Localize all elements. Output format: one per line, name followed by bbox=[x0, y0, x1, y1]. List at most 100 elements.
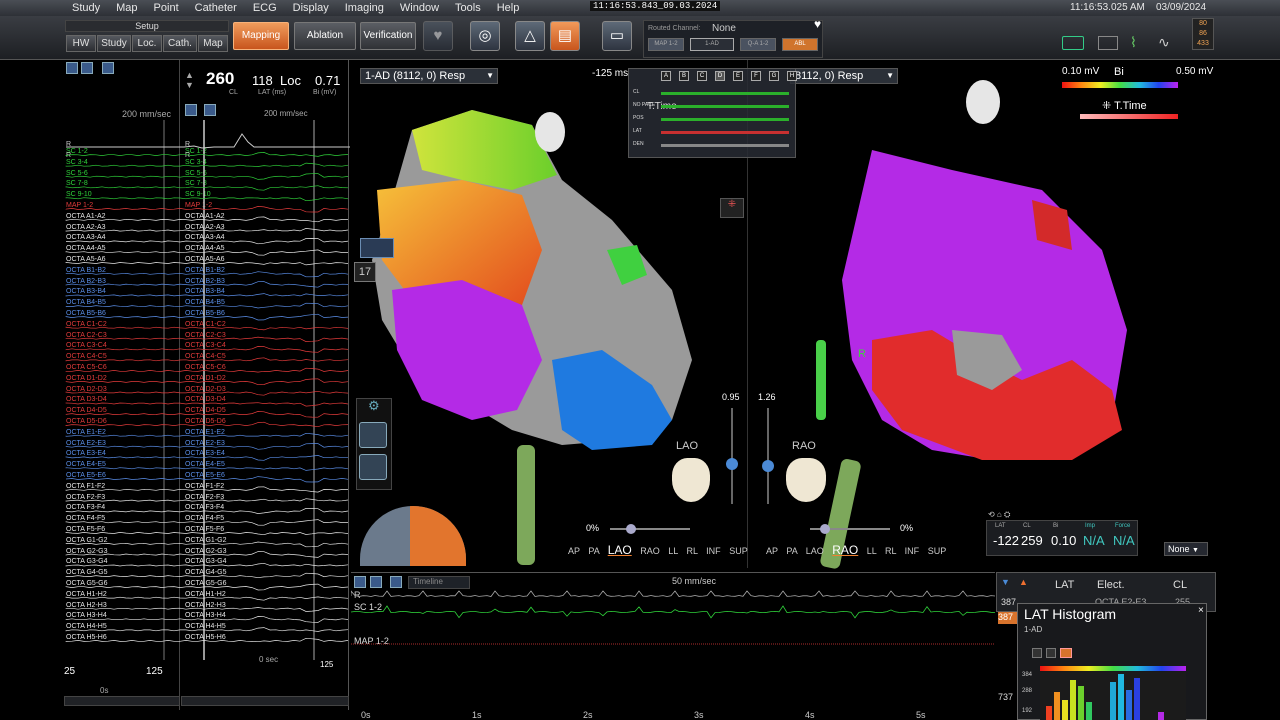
left-slider-thumb[interactable] bbox=[726, 458, 738, 470]
filter-col-a[interactable]: A bbox=[661, 71, 671, 81]
channel-trace bbox=[65, 346, 349, 353]
settings-gear-icon[interactable]: ⚙ bbox=[368, 398, 380, 414]
right-vertical-slider[interactable] bbox=[767, 408, 769, 504]
table-expand-icon[interactable]: ▼ bbox=[1001, 577, 1010, 587]
sort-icon[interactable]: ▲ bbox=[1019, 577, 1028, 587]
filter-row[interactable]: NO PACE bbox=[633, 102, 791, 112]
view-lao-button[interactable]: LAO bbox=[608, 543, 632, 557]
signal-zoom-icon[interactable] bbox=[185, 104, 197, 116]
menu-item-ecg[interactable]: ECG bbox=[245, 2, 285, 14]
filter-row[interactable]: CL bbox=[633, 89, 791, 99]
left-opacity-thumb[interactable] bbox=[626, 524, 636, 534]
filter-col-f[interactable]: F bbox=[751, 71, 761, 81]
menu-item-help[interactable]: Help bbox=[489, 2, 528, 14]
channel-trace bbox=[65, 508, 349, 514]
lat-col-header[interactable]: LAT bbox=[1055, 579, 1074, 591]
routed-map-button[interactable]: MAP 1-2 bbox=[648, 38, 684, 51]
table-row-id-selected[interactable]: 387 bbox=[998, 612, 1018, 624]
menu-item-point[interactable]: Point bbox=[146, 2, 187, 14]
heart-icon[interactable]: ♥ bbox=[423, 21, 453, 51]
map-left-dropdown[interactable]: 1-AD (8112, 0) Resp ▼ bbox=[360, 68, 498, 84]
filter-row[interactable]: POS bbox=[633, 115, 791, 125]
routed-ad-button[interactable]: 1-AD bbox=[690, 38, 734, 51]
triangle-icon[interactable]: △ bbox=[515, 21, 545, 51]
cl-col-header[interactable]: CL bbox=[1173, 579, 1187, 591]
lat-histogram-window[interactable]: LAT Histogram 1-AD × 384 288 192 bbox=[1017, 603, 1207, 720]
nav-study-button[interactable]: Study bbox=[97, 35, 131, 52]
view-ap-button[interactable]: AP bbox=[766, 546, 778, 556]
filter-row[interactable]: LAT bbox=[633, 128, 791, 138]
filter-col-d[interactable]: D bbox=[715, 71, 725, 81]
view-ll-button[interactable]: LL bbox=[867, 546, 877, 556]
rao-catheter[interactable] bbox=[816, 340, 826, 420]
none-dropdown[interactable]: None ▼ bbox=[1164, 542, 1208, 556]
view-sup-button[interactable]: SUP bbox=[729, 546, 748, 556]
menu-item-window[interactable]: Window bbox=[392, 2, 447, 14]
routed-abl-button[interactable]: ABL bbox=[782, 38, 818, 51]
view-rl-button[interactable]: RL bbox=[885, 546, 896, 556]
catheter-number-badge[interactable]: 17 bbox=[354, 262, 376, 282]
filter-col-e[interactable]: E bbox=[733, 71, 743, 81]
filter-tool-icon[interactable] bbox=[81, 62, 93, 74]
view-ap-button[interactable]: AP bbox=[568, 546, 580, 556]
elect-col-header[interactable]: Elect. bbox=[1097, 579, 1125, 591]
hist-bar bbox=[1086, 702, 1092, 720]
nav-loc-button[interactable]: Loc. bbox=[132, 35, 162, 52]
hist-tool-2-icon[interactable] bbox=[1046, 648, 1056, 658]
filter-col-b[interactable]: B bbox=[679, 71, 689, 81]
grid-tool-icon[interactable] bbox=[102, 62, 114, 74]
menu-item-display[interactable]: Display bbox=[285, 2, 337, 14]
menu-item-catheter[interactable]: Catheter bbox=[187, 2, 245, 14]
table-row-id-3[interactable]: 737 bbox=[998, 692, 1013, 702]
ms-offset-label: -125 ms bbox=[592, 68, 629, 79]
routed-qa-button[interactable]: Q-A 1-2 bbox=[740, 38, 776, 51]
catheter-heart-icon[interactable] bbox=[360, 238, 394, 258]
view-lao-button[interactable]: LAO bbox=[806, 546, 824, 556]
filter-col-c[interactable]: C bbox=[697, 71, 707, 81]
view-rl-button[interactable]: RL bbox=[686, 546, 697, 556]
menu-item-study[interactable]: Study bbox=[0, 2, 108, 14]
view-rao-button[interactable]: RAO bbox=[832, 543, 858, 557]
table-row-id[interactable]: 387 bbox=[1001, 597, 1016, 607]
left-vertical-slider[interactable] bbox=[731, 408, 733, 504]
menu-item-map[interactable]: Map bbox=[108, 2, 145, 14]
close-icon[interactable]: × bbox=[1198, 605, 1204, 616]
view-rao-button[interactable]: RAO bbox=[640, 546, 660, 556]
catheter-tool-icon[interactable]: ▤ bbox=[550, 21, 580, 51]
signal-filter-icon[interactable] bbox=[204, 104, 216, 116]
view-pa-button[interactable]: PA bbox=[588, 546, 599, 556]
menu-item-tools[interactable]: Tools bbox=[447, 2, 489, 14]
nav-hw-button[interactable]: HW bbox=[66, 35, 96, 52]
stats-toolbar-icons[interactable]: ⟲ ⌂ ⛭ bbox=[988, 510, 1038, 520]
filter-col-h[interactable]: H bbox=[787, 71, 797, 81]
filter-col-g[interactable]: G bbox=[769, 71, 779, 81]
routed-channel-value[interactable]: None bbox=[712, 23, 736, 34]
view-ll-button[interactable]: LL bbox=[668, 546, 678, 556]
window-layout-icon[interactable]: ▭ bbox=[602, 21, 632, 51]
left-scrollbar[interactable] bbox=[64, 696, 180, 706]
zoom-tool-icon[interactable] bbox=[66, 62, 78, 74]
map-right-dropdown[interactable]: 8112, 0) Resp ▼ bbox=[790, 68, 898, 84]
close-overlay-icon[interactable]: ⁜ bbox=[720, 198, 744, 218]
right-opacity-thumb[interactable] bbox=[820, 524, 830, 534]
view-sup-button[interactable]: SUP bbox=[928, 546, 947, 556]
left-opacity-slider[interactable] bbox=[610, 528, 690, 530]
view-tool-icon[interactable] bbox=[359, 422, 387, 448]
nav-cath-button[interactable]: Cath. bbox=[163, 35, 197, 52]
hist-tool-1-icon[interactable] bbox=[1032, 648, 1042, 658]
reference-trace bbox=[66, 133, 350, 149]
mid-scrollbar[interactable] bbox=[181, 696, 349, 706]
verification-mode-button[interactable]: Verification bbox=[360, 22, 416, 50]
filter-row[interactable]: DEN bbox=[633, 141, 791, 151]
hist-tool-3-icon[interactable] bbox=[1060, 648, 1072, 658]
view-inf-button[interactable]: INF bbox=[706, 546, 721, 556]
tag-tool-icon[interactable] bbox=[359, 454, 387, 480]
right-slider-thumb[interactable] bbox=[762, 460, 774, 472]
ablation-mode-button[interactable]: Ablation bbox=[294, 22, 356, 50]
compass-icon[interactable]: ◎ bbox=[470, 21, 500, 51]
mapping-mode-button[interactable]: Mapping bbox=[233, 22, 289, 50]
menu-item-imaging[interactable]: Imaging bbox=[337, 2, 392, 14]
nav-map-button[interactable]: Map bbox=[198, 35, 228, 52]
view-inf-button[interactable]: INF bbox=[905, 546, 920, 556]
view-pa-button[interactable]: PA bbox=[786, 546, 797, 556]
